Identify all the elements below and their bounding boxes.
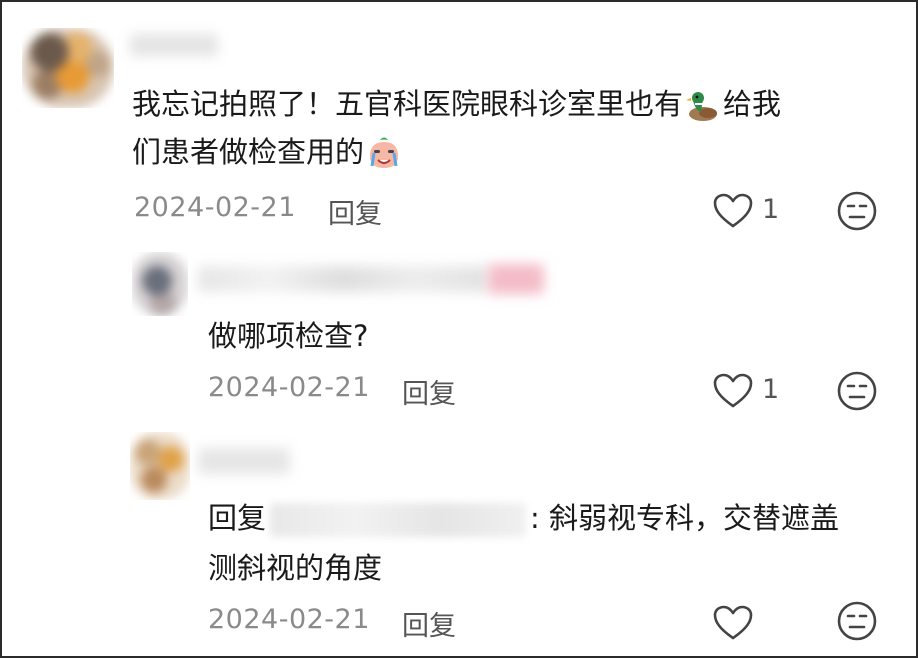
- comment-text-line2: 们患者做检查用的: [132, 130, 404, 174]
- dislike-face-icon[interactable]: [836, 190, 878, 232]
- reply-button[interactable]: 回复: [328, 192, 382, 231]
- comment-text: 做哪项检查?: [208, 319, 369, 353]
- comment-date: 2024-02-21: [208, 372, 370, 403]
- crying-emoji: [370, 137, 399, 168]
- user-badge: [488, 264, 544, 294]
- username[interactable]: [198, 266, 488, 292]
- username[interactable]: [130, 34, 218, 56]
- comment-text: 我忘记拍照了！五官科医院眼科诊室里也有 给我: [132, 82, 781, 126]
- reply-button[interactable]: 回复: [402, 372, 456, 411]
- comment-date: 2024-02-21: [134, 192, 296, 223]
- comment-thread: 我忘记拍照了！五官科医院眼科诊室里也有 给我 们患者做检查用的 2024-02-…: [0, 0, 918, 658]
- username[interactable]: [198, 448, 290, 474]
- heart-outline-icon[interactable]: [712, 604, 754, 642]
- reply-button[interactable]: 回复: [402, 604, 456, 643]
- avatar[interactable]: [132, 252, 188, 316]
- comment-text-line2: 测斜视的角度: [208, 551, 383, 585]
- comment-text: 回复: 斜弱视专科，交替遮盖: [208, 501, 840, 537]
- mentioned-username[interactable]: [270, 503, 527, 537]
- like-count: 1: [762, 194, 780, 225]
- duck-emoji: [686, 92, 718, 121]
- heart-outline-icon[interactable]: [712, 192, 754, 230]
- dislike-face-icon[interactable]: [836, 600, 878, 642]
- avatar[interactable]: [22, 28, 114, 108]
- heart-outline-icon[interactable]: [712, 372, 754, 410]
- avatar[interactable]: [130, 432, 190, 500]
- dislike-face-icon[interactable]: [836, 370, 878, 412]
- like-count: 1: [762, 374, 780, 405]
- comment-date: 2024-02-21: [208, 604, 370, 635]
